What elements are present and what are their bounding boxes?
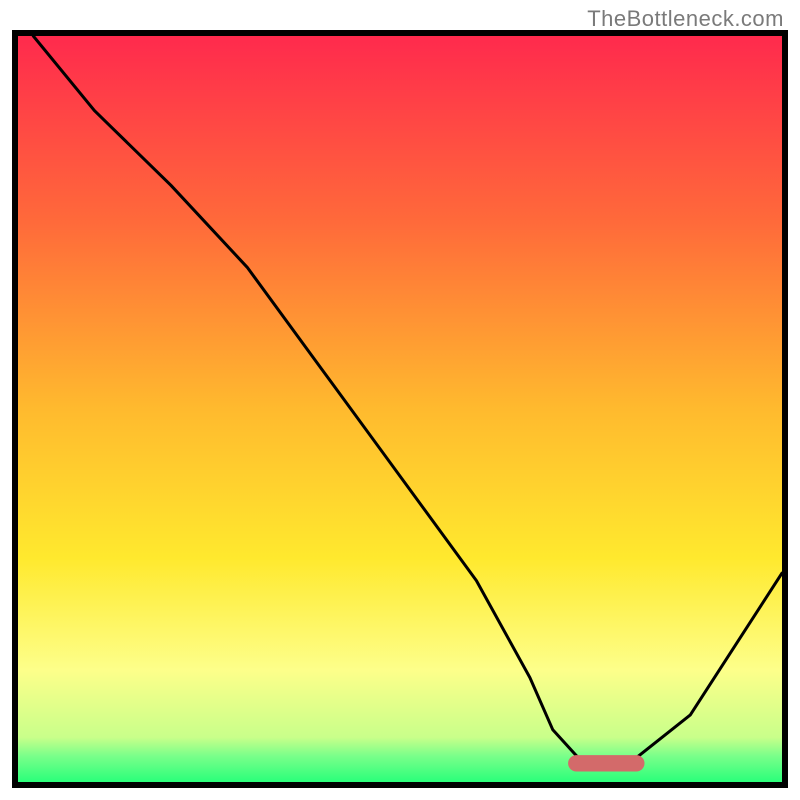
optimal-range-marker [568, 755, 644, 771]
plot-area [18, 36, 782, 782]
chart-svg [18, 36, 782, 782]
watermark-text: TheBottleneck.com [587, 6, 784, 32]
chart-frame: TheBottleneck.com [0, 0, 800, 800]
plot-border [12, 30, 788, 788]
